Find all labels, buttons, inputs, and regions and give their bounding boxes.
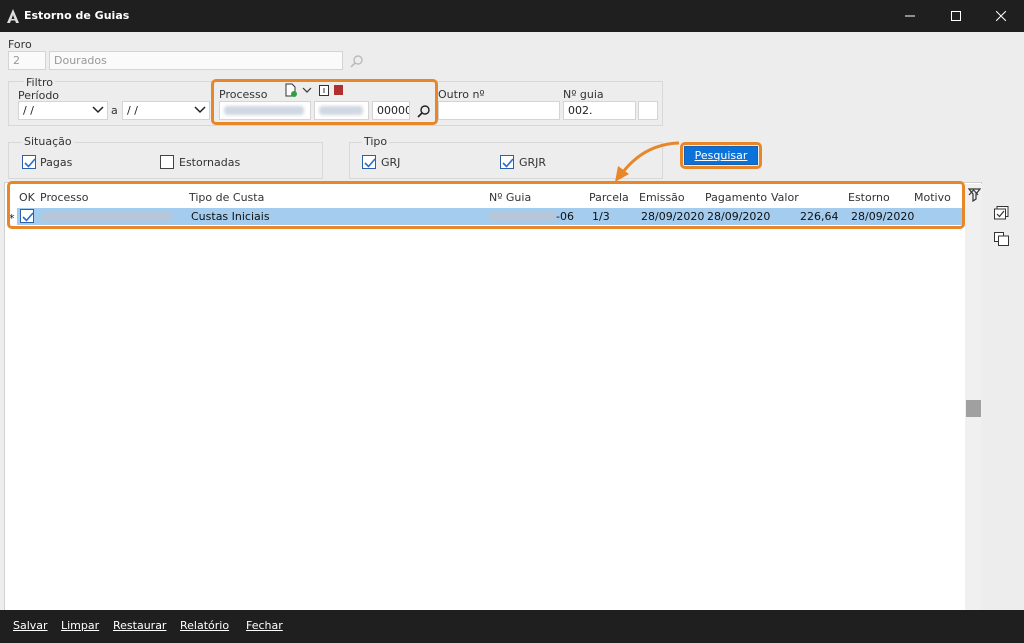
guia-extra-field[interactable] (638, 101, 658, 120)
check-icon (364, 158, 376, 168)
chevron-down-icon[interactable] (193, 102, 207, 119)
date-to-value: / / (127, 104, 138, 117)
results-grid: OK Processo Tipo de Custa Nº Guia Parcel… (4, 181, 982, 640)
outro-field[interactable] (438, 101, 560, 120)
date-to-field[interactable]: / / (122, 101, 210, 120)
pesquisar-button[interactable]: Pesquisar (684, 146, 758, 165)
minimize-icon (905, 15, 915, 17)
estornadas-label: Estornadas (179, 156, 241, 169)
guia-label: Nº guia (563, 88, 604, 101)
app-logo-icon (7, 9, 19, 26)
foro-label: Foro (8, 38, 32, 51)
title-bar: Estorno de Guias (0, 0, 1024, 32)
estornadas-checkbox[interactable] (160, 155, 174, 169)
outro-label: Outro nº (438, 88, 485, 101)
chevron-down-icon[interactable] (91, 102, 105, 119)
scroll-thumb[interactable] (966, 400, 981, 417)
date-separator: a (111, 104, 118, 117)
foro-name-field[interactable]: Dourados (49, 51, 343, 70)
salvar-button[interactable]: Salvar (13, 619, 48, 632)
processo-highlight (211, 79, 438, 125)
tipo-label: Tipo (362, 135, 390, 148)
date-from-value: / / (23, 104, 34, 117)
grid-highlight (7, 181, 965, 229)
grid-scrollbar[interactable] (965, 184, 982, 640)
select-all-icon[interactable] (994, 206, 1009, 223)
grjr-checkbox[interactable] (500, 155, 514, 169)
maximize-icon (951, 11, 961, 21)
foro-code-field[interactable]: 2 (8, 51, 46, 70)
relatorio-button[interactable]: Relatório (180, 619, 229, 632)
foro-search-icon[interactable] (350, 54, 364, 71)
minimize-button[interactable] (887, 0, 933, 32)
window-title: Estorno de Guias (24, 9, 130, 22)
guia-field[interactable]: 002. (563, 101, 636, 120)
check-icon (24, 158, 36, 168)
main-form: Foro 2 Dourados Filtro Período / / a / /… (0, 32, 1024, 640)
situacao-label: Situação (22, 135, 74, 148)
grj-checkbox[interactable] (362, 155, 376, 169)
pagas-checkbox[interactable] (22, 155, 36, 169)
close-button[interactable] (978, 0, 1024, 32)
grj-label: GRJ (381, 156, 401, 169)
date-from-field[interactable]: / / (18, 101, 108, 120)
filter-icon[interactable] (967, 188, 982, 205)
close-icon (996, 11, 1006, 21)
limpar-button[interactable]: Limpar (61, 619, 99, 632)
pagas-label: Pagas (40, 156, 73, 169)
maximize-button[interactable] (933, 0, 979, 32)
grjr-label: GRJR (519, 156, 547, 169)
restaurar-button[interactable]: Restaurar (113, 619, 166, 632)
check-icon (502, 158, 514, 168)
copy-icon[interactable] (994, 232, 1009, 249)
filtro-label: Filtro (24, 76, 55, 89)
footer-bar: Salvar Limpar Restaurar Relatório Fechar (0, 610, 1024, 643)
fechar-button[interactable]: Fechar (246, 619, 283, 632)
